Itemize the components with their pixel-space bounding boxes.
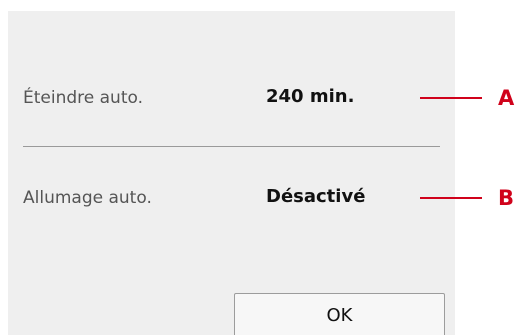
- ok-button[interactable]: OK: [234, 293, 445, 335]
- callout-a-letter: A: [498, 86, 515, 110]
- setting-row-auto-power-on[interactable]: Allumage auto. Désactivé: [8, 170, 455, 230]
- callout-a: A: [420, 84, 519, 114]
- callout-a-leader-line: [420, 97, 482, 99]
- callout-b-leader-line: [420, 197, 482, 199]
- setting-row-auto-power-off[interactable]: Éteindre auto. 240 min.: [8, 70, 455, 130]
- callout-b: B: [420, 184, 519, 214]
- auto-power-off-label: Éteindre auto.: [23, 88, 143, 108]
- callout-b-letter: B: [498, 186, 515, 210]
- auto-power-on-label: Allumage auto.: [23, 188, 152, 208]
- auto-power-on-value: Désactivé: [266, 186, 366, 207]
- auto-power-off-value: 240 min.: [266, 86, 355, 107]
- row-divider: [23, 146, 440, 147]
- printer-settings-screen: Éteindre auto. 240 min. Allumage auto. D…: [8, 11, 455, 335]
